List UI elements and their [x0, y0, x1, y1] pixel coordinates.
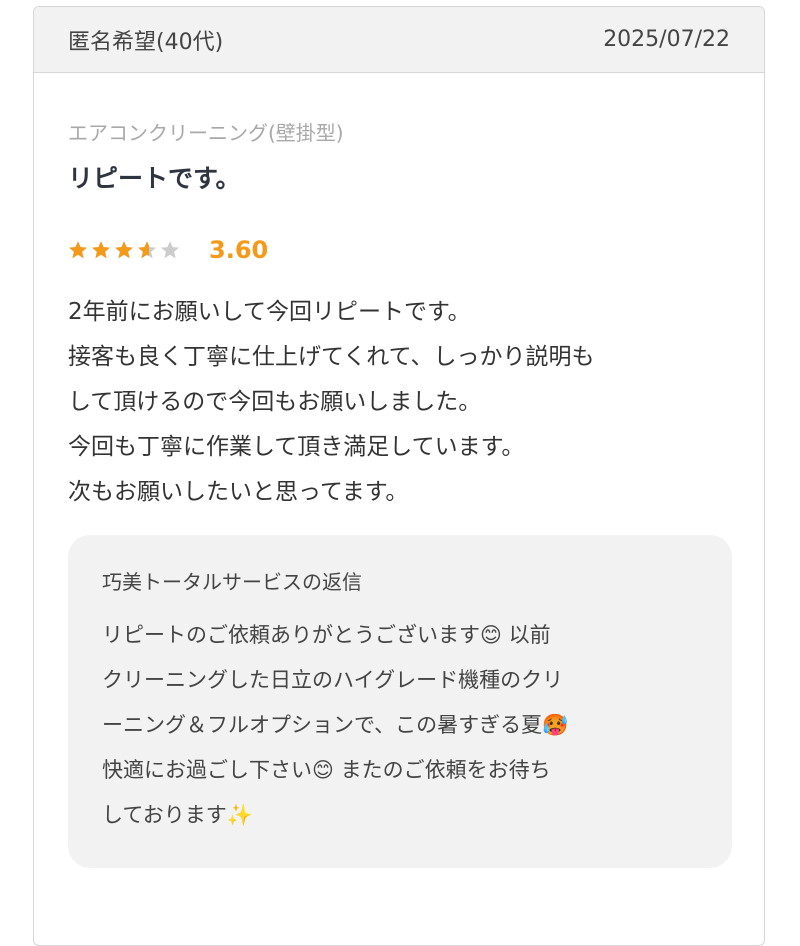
reply-box: 巧美トータルサービスの返信 リピートのご依頼ありがとうございます😊 以前 クリー… — [68, 535, 732, 868]
review-text-line: 2年前にお願いして今回リピートです。 — [68, 299, 471, 325]
reply-title: 巧美トータルサービスの返信 — [102, 570, 362, 594]
reply-text-line: 快適にお過ごし下さい😊 またのご依頼をお待ち — [102, 758, 551, 782]
review-body: エアコンクリーニング(壁掛型) リピートです。 3.60 2年前にお願いして今回… — [34, 121, 764, 868]
review-card: 匿名希望(40代) 2025/07/22 エアコンクリーニング(壁掛型) リピー… — [33, 6, 765, 946]
service-name: エアコンクリーニング(壁掛型) — [68, 121, 344, 145]
review-text: 2年前にお願いして今回リピートです。 接客も良く丁寧に仕上げてくれて、しっかり説… — [68, 290, 730, 515]
review-text-line: 接客も良く丁寧に仕上げてくれて、しっかり説明も — [68, 344, 595, 370]
reply-text: リピートのご依頼ありがとうございます😊 以前 クリーニングした日立のハイグレード… — [102, 613, 698, 838]
review-title: リピートです。 — [68, 164, 241, 193]
star-icon — [68, 240, 88, 260]
star-rating — [68, 240, 183, 260]
reply-text-line: ーニング＆フルオプションで、この暑すぎる夏🥵 — [102, 713, 569, 737]
review-text-line: して頂けるので今回もお願いしました。 — [68, 389, 482, 415]
star-icon — [91, 240, 111, 260]
review-date: 2025/07/22 — [603, 27, 730, 52]
rating-value: 3.60 — [209, 236, 269, 264]
star-icon — [160, 240, 180, 260]
reviewer-name: 匿名希望(40代) — [68, 29, 224, 55]
review-text-line: 今回も丁寧に作業して頂き満足しています。 — [68, 434, 525, 460]
reply-text-line: しております✨ — [102, 803, 253, 827]
review-text-line: 次もお願いしたいと思ってます。 — [68, 479, 409, 505]
review-header: 匿名希望(40代) 2025/07/22 — [34, 7, 764, 73]
reply-text-line: クリーニングした日立のハイグレード機種のクリ — [102, 668, 564, 692]
rating-row: 3.60 — [68, 235, 730, 265]
star-icon — [114, 240, 134, 260]
star-icon — [137, 240, 157, 260]
reply-text-line: リピートのご依頼ありがとうございます😊 以前 — [102, 623, 551, 647]
